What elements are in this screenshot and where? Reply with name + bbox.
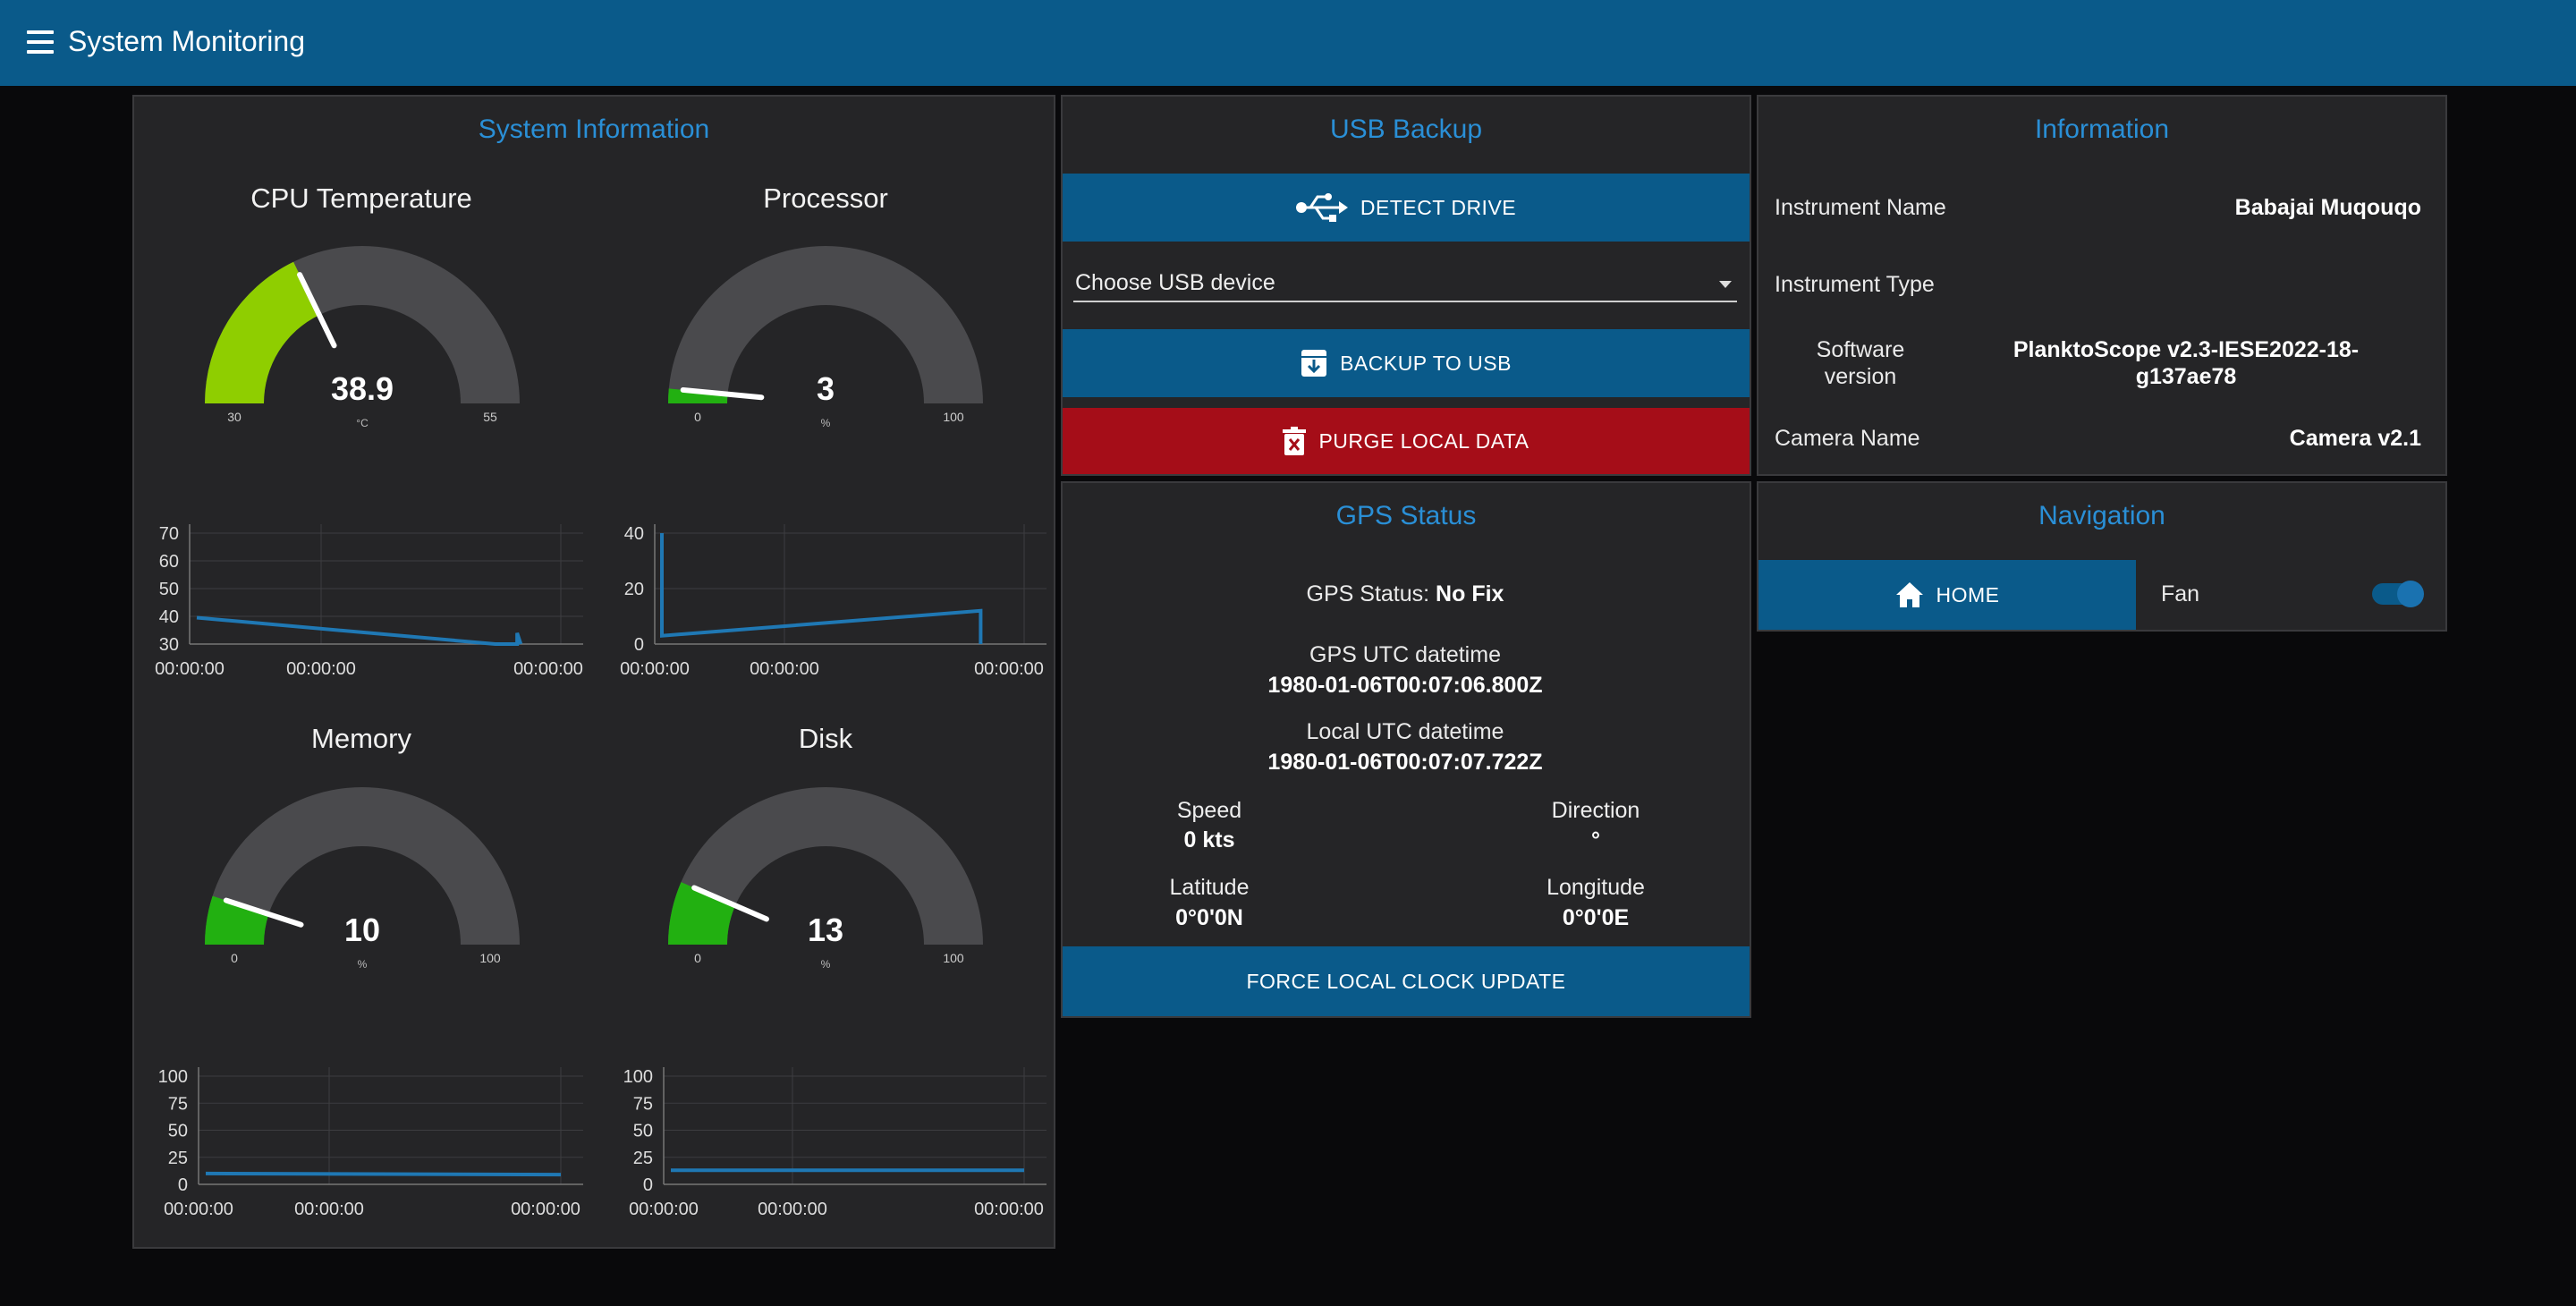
local-utc-label: Local UTC datetime: [1306, 719, 1504, 744]
gps-utc-label: GPS UTC datetime: [1309, 642, 1501, 667]
home-button[interactable]: HOME: [1758, 560, 2136, 630]
disk-history-xtick: 00:00:00: [758, 1200, 827, 1219]
cpu-temperature-history-ytick: 40: [159, 607, 179, 627]
purge-local-data-label: PURGE LOCAL DATA: [1318, 428, 1530, 453]
cpu-temperature-history-ytick: 60: [159, 552, 179, 572]
disk-history-ytick: 0: [643, 1175, 653, 1195]
processor-history-xtick: 00:00:00: [974, 659, 1044, 679]
memory-history-xtick: 00:00:00: [164, 1200, 233, 1219]
latitude-value: 0°0'0N: [1175, 905, 1243, 930]
chevron-down-icon: [1719, 281, 1732, 288]
gps-status-value: No Fix: [1436, 581, 1504, 606]
memory-history-series-line: [205, 1171, 562, 1177]
detect-drive-button[interactable]: DETECT DRIVE: [1063, 174, 1750, 242]
direction-value: °: [1591, 827, 1600, 852]
processor-history-xtick: 00:00:00: [620, 659, 690, 679]
cpu-temperature-history-series-line: [196, 615, 523, 646]
navigation-title: Navigation: [2038, 501, 2165, 530]
fan-toggle[interactable]: [2372, 581, 2424, 607]
chart-layer: 706050403000:00:00 00:00:00 00:00:00402000…: [155, 524, 1046, 1219]
memory-history-ytick: 75: [168, 1094, 188, 1114]
disk-history-xtick: 00:00:00: [629, 1200, 699, 1219]
gps-status-prefix: GPS Status:: [1306, 581, 1436, 606]
home-icon: [1895, 581, 1924, 608]
instrument-type-label: Instrument Type: [1775, 272, 1935, 297]
disk-history-ytick: 50: [633, 1122, 653, 1141]
local-utc-value: 1980-01-06T00:07:07.722Z: [1267, 750, 1543, 775]
processor-history-ytick: 0: [634, 635, 644, 655]
force-local-clock-update-button[interactable]: FORCE LOCAL CLOCK UPDATE: [1063, 946, 1750, 1016]
instrument-name-label: Instrument Name: [1775, 195, 1946, 220]
speed-label: Speed: [1176, 798, 1242, 823]
processor-history-ytick: 40: [624, 524, 644, 544]
camera-name-label: Camera Name: [1775, 426, 1920, 451]
latitude-label: Latitude: [1169, 875, 1250, 900]
detect-drive-label: DETECT DRIVE: [1360, 195, 1517, 219]
archive-icon: [1301, 349, 1327, 377]
cpu-temperature-history-ytick: 70: [159, 524, 179, 544]
purge-local-data-button[interactable]: PURGE LOCAL DATA: [1063, 408, 1750, 474]
memory-history-ytick: 25: [168, 1149, 188, 1168]
trash-icon: [1283, 427, 1307, 455]
cpu-temperature-history-xtick: 00:00:00: [513, 659, 583, 679]
usb-device-select[interactable]: Choose USB device: [1073, 268, 1737, 302]
cpu-temperature-history-xtick: 00:00:00: [155, 659, 225, 679]
speed-value: 0 kts: [1183, 827, 1235, 852]
fan-label: Fan: [2161, 581, 2200, 606]
gps-status-title: GPS Status: [1335, 501, 1477, 530]
usb-backup-title: USB Backup: [1329, 114, 1483, 144]
home-label: HOME: [1936, 582, 2000, 606]
gps-status-line: GPS Status: No Fix: [1061, 581, 1750, 607]
longitude-label: Longitude: [1546, 875, 1645, 900]
software-version-label: Software version: [1816, 337, 1905, 389]
processor-history-ytick: 20: [624, 580, 644, 599]
memory-history-ytick: 0: [178, 1175, 188, 1195]
backup-to-usb-button[interactable]: BACKUP TO USB: [1063, 329, 1750, 397]
usb-device-select-label: Choose USB device: [1075, 270, 1275, 295]
usb-icon: [1295, 192, 1348, 223]
memory-history-xtick: 00:00:00: [511, 1200, 580, 1219]
fan-toggle-knob: [2397, 581, 2424, 607]
processor-history-xtick: 00:00:00: [750, 659, 819, 679]
memory-history-ytick: 100: [158, 1067, 188, 1087]
disk-history-xtick: 00:00:00: [974, 1200, 1044, 1219]
software-version-value: PlanktoScope v2.3-IESE2022-18-g137ae78: [2012, 337, 2360, 389]
gps-utc-value: 1980-01-06T00:07:06.800Z: [1267, 673, 1543, 698]
instrument-name-value: Babajai Muqouqo: [2234, 195, 2421, 220]
camera-name-value: Camera v2.1: [2289, 426, 2421, 451]
information-title: Information: [2034, 114, 2170, 144]
force-local-clock-update-label: FORCE LOCAL CLOCK UPDATE: [1246, 969, 1566, 993]
memory-history-xtick: 00:00:00: [294, 1200, 364, 1219]
memory-history-ytick: 50: [168, 1122, 188, 1141]
disk-history-ytick: 100: [623, 1067, 653, 1087]
direction-label: Direction: [1551, 798, 1640, 823]
cpu-temperature-history-ytick: 50: [159, 580, 179, 599]
cpu-temperature-history-ytick: 30: [159, 635, 179, 655]
longitude-value: 0°0'0E: [1562, 905, 1630, 930]
cpu-temperature-history-xtick: 00:00:00: [286, 659, 356, 679]
disk-history-ytick: 75: [633, 1094, 653, 1114]
backup-to-usb-label: BACKUP TO USB: [1340, 351, 1512, 375]
disk-history-ytick: 25: [633, 1149, 653, 1168]
